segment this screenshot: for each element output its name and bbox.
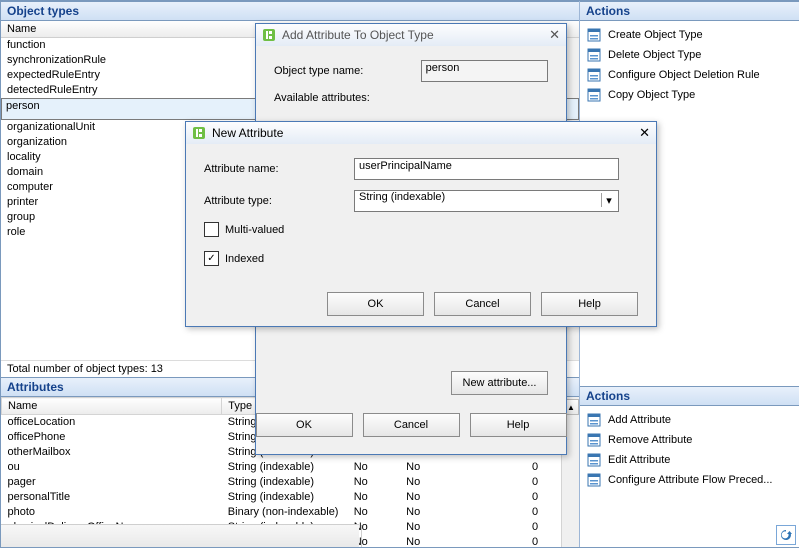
cancel-button[interactable]: Cancel <box>363 413 460 437</box>
action-label: Edit Attribute <box>608 454 670 466</box>
label-object-type-name: Object type name: <box>274 65 421 77</box>
close-icon[interactable]: ✕ <box>549 27 560 43</box>
close-icon[interactable]: ✕ <box>639 125 650 141</box>
action-item[interactable]: Copy Object Type <box>582 85 798 105</box>
refresh-icon[interactable] <box>776 525 796 545</box>
app-root: Object types Name functionsynchronizatio… <box>0 0 799 548</box>
actions-bottom-header: Actions <box>580 386 799 406</box>
action-label: Remove Attribute <box>608 434 692 446</box>
dialog-new-attribute-titlebar[interactable]: New Attribute ✕ <box>186 122 656 144</box>
checkbox-icon <box>204 222 219 237</box>
label-available-attributes: Available attributes: <box>274 92 424 104</box>
dialog-add-attribute-titlebar[interactable]: Add Attribute To Object Type ✕ <box>256 24 566 46</box>
action-label: Configure Attribute Flow Preced... <box>608 474 772 486</box>
chevron-down-icon[interactable]: ▾ <box>601 193 616 207</box>
status-bar <box>1 524 359 547</box>
checkbox-icon: ✓ <box>204 251 219 266</box>
actions-top-header: Actions <box>580 1 799 21</box>
object-type-name-field: person <box>421 60 548 82</box>
dialog-new-attribute: New Attribute ✕ Attribute name: userPrin… <box>185 121 657 327</box>
action-item[interactable]: Delete Object Type <box>582 45 798 65</box>
attribute-name-input[interactable]: userPrincipalName <box>354 158 619 180</box>
action-item[interactable]: Create Object Type <box>582 25 798 45</box>
label-attribute-type: Attribute type: <box>204 195 354 207</box>
table-row[interactable]: personalTitleString (indexable)NoNo0 <box>2 490 579 505</box>
action-label: Delete Object Type <box>608 49 701 61</box>
attribute-type-select[interactable]: String (indexable) ▾ <box>354 190 619 212</box>
object-types-header: Object types <box>1 1 579 21</box>
action-item[interactable]: Add Attribute <box>582 410 798 430</box>
multi-valued-label: Multi-valued <box>225 224 284 236</box>
dialog-new-attribute-body: Attribute name: userPrincipalName Attrib… <box>186 144 656 326</box>
table-row[interactable]: ouString (indexable)NoNo0 <box>2 460 579 475</box>
help-button[interactable]: Help <box>470 413 567 437</box>
new-attribute-button[interactable]: New attribute... <box>451 371 548 395</box>
table-row[interactable]: pagerString (indexable)NoNo0 <box>2 475 579 490</box>
column-header[interactable]: Name <box>2 398 222 415</box>
action-label: Add Attribute <box>608 414 671 426</box>
cancel-button[interactable]: Cancel <box>434 292 531 316</box>
label-attribute-name: Attribute name: <box>204 163 354 175</box>
actions-bottom-list: Add Attribute Remove Attribute Edit Attrib… <box>580 406 799 494</box>
ok-button[interactable]: OK <box>327 292 424 316</box>
app-icon <box>262 28 276 42</box>
app-icon <box>192 126 206 140</box>
action-label: Create Object Type <box>608 29 703 41</box>
ok-button[interactable]: OK <box>256 413 353 437</box>
action-item[interactable]: Edit Attribute <box>582 450 798 470</box>
indexed-checkbox[interactable]: ✓ Indexed <box>204 251 638 266</box>
table-row[interactable]: photoBinary (non-indexable)NoNo0 <box>2 505 579 520</box>
multi-valued-checkbox[interactable]: Multi-valued <box>204 222 638 237</box>
indexed-label: Indexed <box>225 253 264 265</box>
action-item[interactable]: Configure Attribute Flow Preced... <box>582 470 798 490</box>
action-item[interactable]: Remove Attribute <box>582 430 798 450</box>
action-label: Copy Object Type <box>608 89 695 101</box>
help-button[interactable]: Help <box>541 292 638 316</box>
dialog-add-attribute-title: Add Attribute To Object Type <box>282 28 434 42</box>
dialog-new-attribute-title: New Attribute <box>212 126 283 140</box>
attribute-type-value: String (indexable) <box>359 191 445 203</box>
action-label: Configure Object Deletion Rule <box>608 69 760 81</box>
action-item[interactable]: Configure Object Deletion Rule <box>582 65 798 85</box>
